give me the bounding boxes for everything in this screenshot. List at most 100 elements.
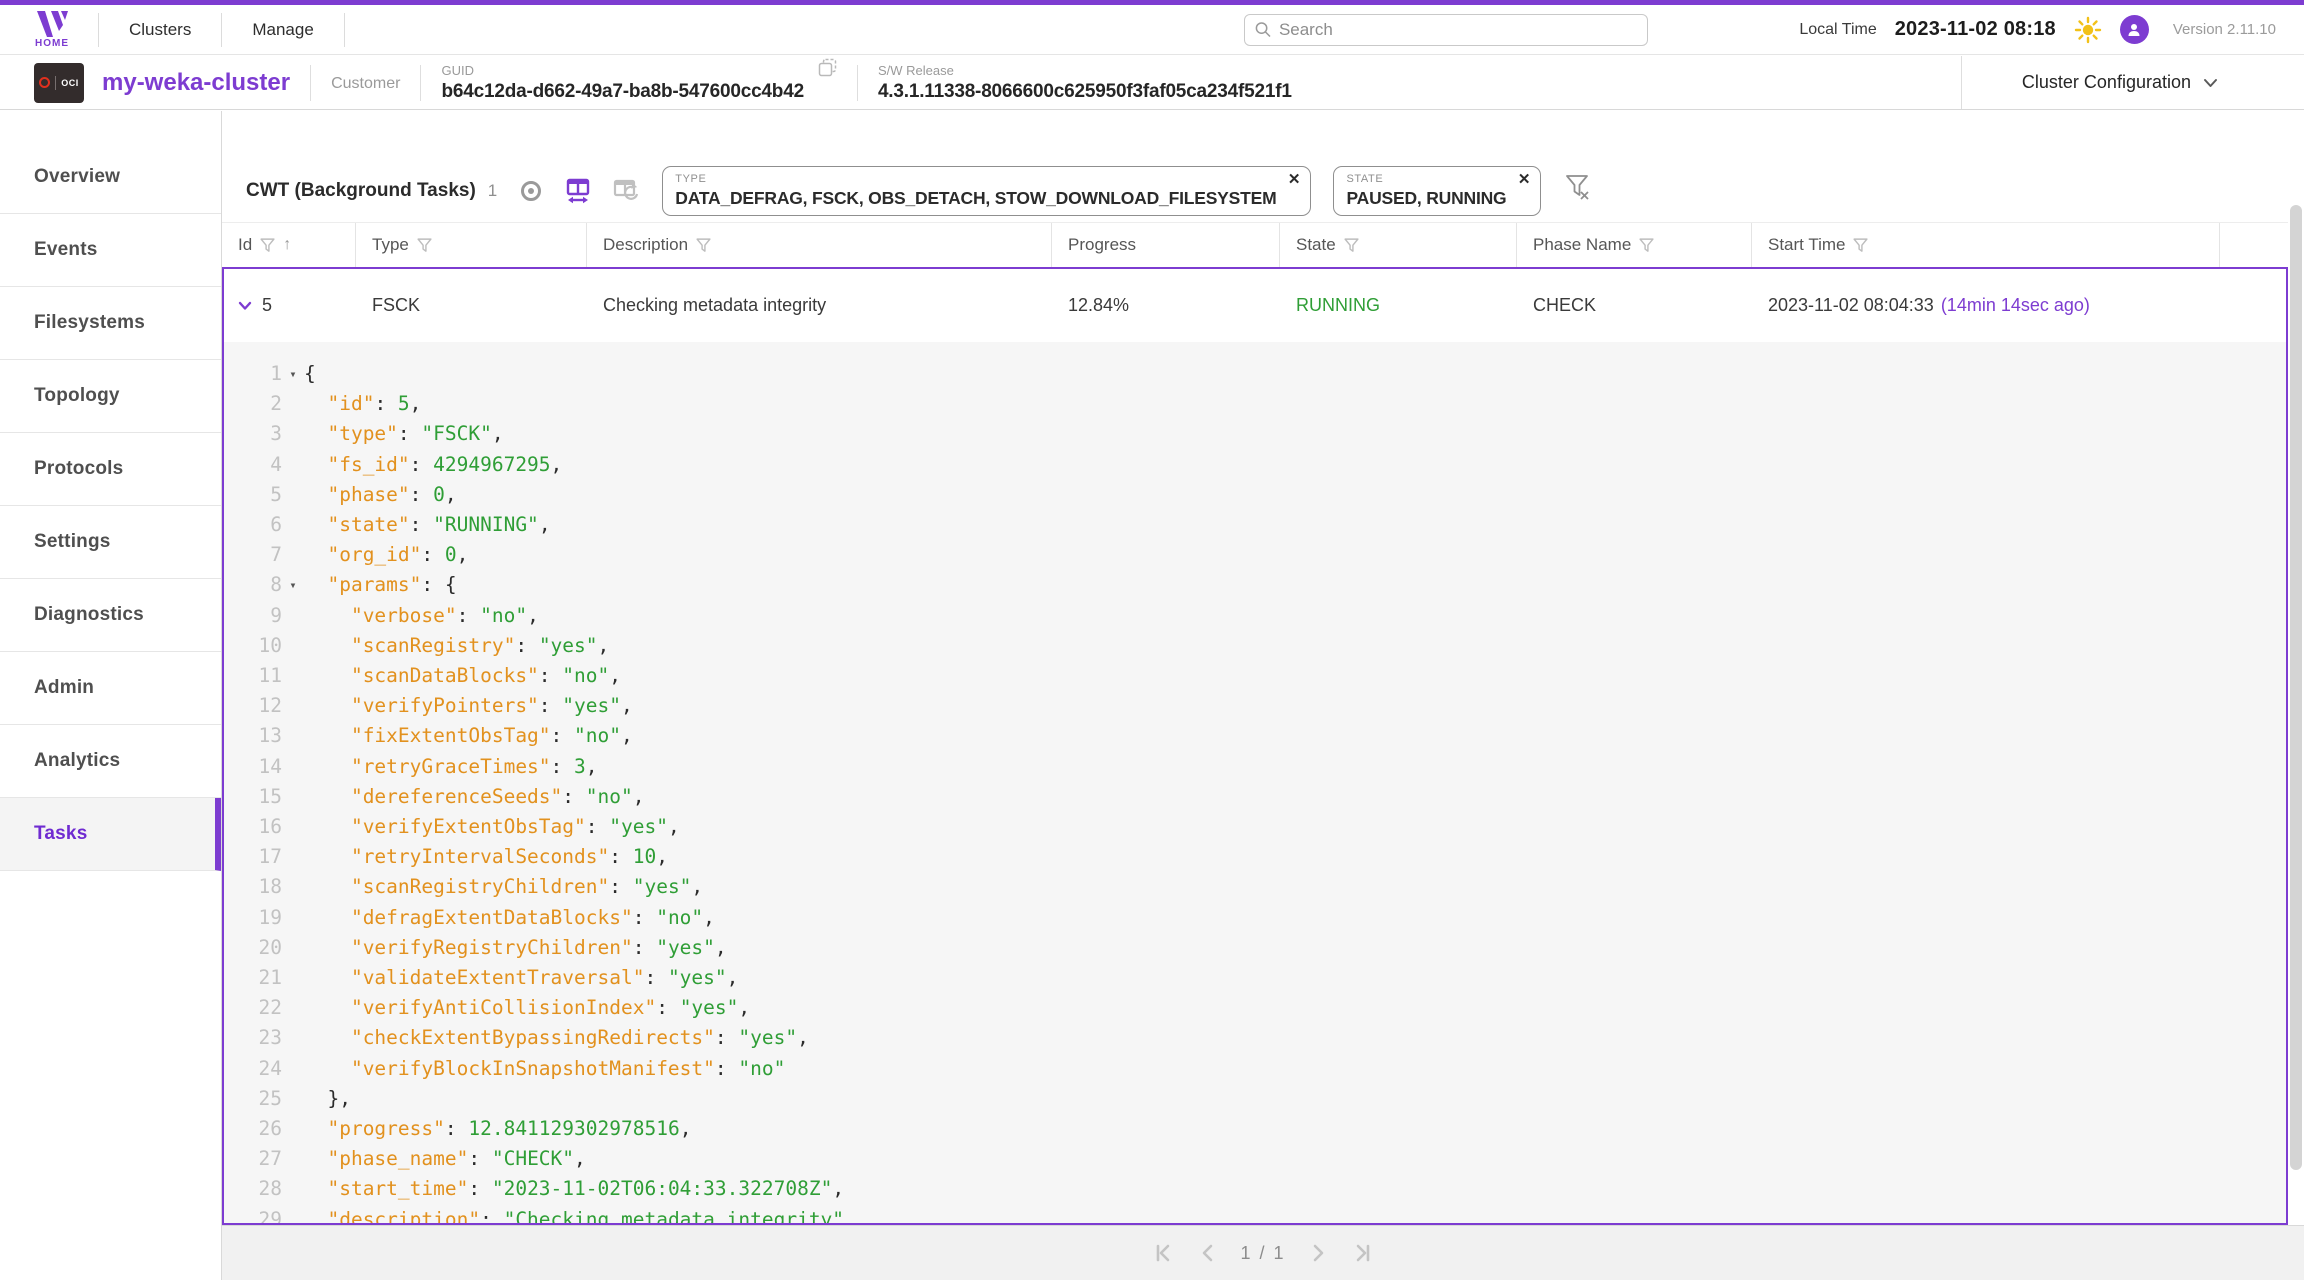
sidebar-item-overview[interactable]: Overview <box>0 141 221 214</box>
sidebar-item-filesystems[interactable]: Filesystems <box>0 287 221 360</box>
json-line: 19"defragExtentDataBlocks": "no", <box>224 903 2286 933</box>
filter-chip-label: TYPE <box>675 173 1276 185</box>
json-line: 14"retryGraceTimes": 3, <box>224 752 2286 782</box>
oci-cloud-badge: OCI <box>34 63 84 103</box>
column-label: State <box>1296 235 1336 255</box>
column-header-progress[interactable]: Progress <box>1052 223 1280 267</box>
collapse-row-chevron-icon[interactable] <box>238 301 252 311</box>
fit-columns-button[interactable] <box>565 178 591 204</box>
last-page-button[interactable] <box>1352 1244 1372 1262</box>
sidebar-item-admin[interactable]: Admin <box>0 652 221 725</box>
json-value: 0 <box>445 543 457 566</box>
sidebar-item-tasks[interactable]: Tasks <box>0 798 221 871</box>
remove-filter-icon[interactable]: ✕ <box>1288 172 1301 187</box>
json-line-number: 23 <box>224 1023 282 1053</box>
user-avatar[interactable] <box>2120 15 2149 44</box>
column-header-state[interactable]: State <box>1280 223 1517 267</box>
sidebar-item-settings[interactable]: Settings <box>0 506 221 579</box>
json-line: 4"fs_id": 4294967295, <box>224 450 2286 480</box>
json-value: "yes" <box>738 1026 797 1049</box>
cluster-configuration-dropdown[interactable]: Cluster Configuration <box>1961 56 2304 109</box>
sidebar-item-events[interactable]: Events <box>0 214 221 287</box>
json-punctuation: : <box>656 996 679 1019</box>
version-label: Version 2.11.10 <box>2173 21 2276 38</box>
json-value: 5 <box>398 392 410 415</box>
filter-funnel-icon[interactable] <box>1638 237 1655 254</box>
filter-funnel-icon[interactable] <box>259 237 276 254</box>
json-punctuation: : { <box>421 573 456 596</box>
json-line: 10"scanRegistry": "yes", <box>224 631 2286 661</box>
column-label: Id <box>238 235 252 255</box>
json-fold-spacer <box>282 993 304 1023</box>
column-label: Start Time <box>1768 235 1845 255</box>
task-row[interactable]: 5 FSCK Checking metadata integrity 12.84… <box>224 269 2286 342</box>
task-type: FSCK <box>372 295 420 316</box>
copy-guid-button[interactable] <box>818 58 837 82</box>
sort-ascending-icon[interactable]: ↑ <box>283 236 291 254</box>
reset-layout-button[interactable] <box>613 178 640 204</box>
json-fold-toggle[interactable]: ▾ <box>282 359 304 389</box>
next-page-button[interactable] <box>1312 1244 1326 1262</box>
cluster-header: OCI my-weka-cluster Customer GUID b64c12… <box>0 56 2304 110</box>
search-box[interactable] <box>1244 14 1648 46</box>
search-input[interactable] <box>1279 20 1637 40</box>
json-line-number: 3 <box>224 419 282 449</box>
json-fold-toggle[interactable]: ▾ <box>282 570 304 600</box>
vertical-scrollbar-thumb[interactable] <box>2290 205 2302 1170</box>
sidebar-item-label: Diagnostics <box>34 604 144 626</box>
json-line-number: 5 <box>224 480 282 510</box>
json-fold-spacer <box>282 782 304 812</box>
sidebar-item-label: Settings <box>34 531 111 553</box>
task-count-badge: 1 <box>488 181 497 201</box>
cluster-configuration-label: Cluster Configuration <box>2022 72 2191 93</box>
json-key: "dereferenceSeeds" <box>351 785 562 808</box>
sidebar-item-diagnostics[interactable]: Diagnostics <box>0 579 221 652</box>
filter-funnel-icon[interactable] <box>1852 237 1869 254</box>
json-line: 27"phase_name": "CHECK", <box>224 1144 2286 1174</box>
json-fold-spacer <box>282 540 304 570</box>
sidebar-item-protocols[interactable]: Protocols <box>0 433 221 506</box>
filter-chip-state[interactable]: STATEPAUSED, RUNNING✕ <box>1333 166 1541 216</box>
json-value: "no" <box>738 1057 785 1080</box>
theme-sun-icon[interactable] <box>2074 16 2102 44</box>
clear-filters-button[interactable] <box>1565 174 1591 207</box>
home-logo[interactable]: HOME <box>30 11 74 49</box>
json-line-content: "fs_id": 4294967295, <box>304 450 562 480</box>
filter-funnel-icon[interactable] <box>416 237 433 254</box>
json-fold-spacer <box>282 872 304 902</box>
filter-funnel-icon[interactable] <box>1343 237 1360 254</box>
json-fold-spacer <box>282 510 304 540</box>
tasks-toolbar: CWT (Background Tasks) 1 <box>222 111 2304 222</box>
column-header-start-time[interactable]: Start Time <box>1752 223 2220 267</box>
column-header-phase-name[interactable]: Phase Name <box>1517 223 1752 267</box>
nav-link-clusters[interactable]: Clusters <box>123 20 197 40</box>
column-header-description[interactable]: Description <box>587 223 1052 267</box>
column-label: Type <box>372 235 409 255</box>
filter-chips: TYPEDATA_DEFRAG, FSCK, OBS_DETACH, STOW_… <box>640 166 1541 216</box>
json-punctuation: : <box>410 483 433 506</box>
json-line: 7"org_id": 0, <box>224 540 2286 570</box>
json-line: 5"phase": 0, <box>224 480 2286 510</box>
first-page-button[interactable] <box>1154 1244 1174 1262</box>
json-line-content: "verifyRegistryChildren": "yes", <box>304 933 727 963</box>
filter-chip-type[interactable]: TYPEDATA_DEFRAG, FSCK, OBS_DETACH, STOW_… <box>662 166 1311 216</box>
json-line: 17"retryIntervalSeconds": 10, <box>224 842 2286 872</box>
visibility-toggle-button[interactable] <box>519 179 543 203</box>
json-key: "fs_id" <box>327 453 409 476</box>
remove-filter-icon[interactable]: ✕ <box>1518 172 1531 187</box>
json-line-number: 7 <box>224 540 282 570</box>
json-punctuation: : <box>586 815 609 838</box>
json-punctuation: , <box>797 1026 809 1049</box>
json-key: "scanDataBlocks" <box>351 664 539 687</box>
column-header-id[interactable]: Id ↑ <box>222 223 356 267</box>
json-value: "no" <box>586 785 633 808</box>
column-header-type[interactable]: Type <box>356 223 587 267</box>
sidebar-item-analytics[interactable]: Analytics <box>0 725 221 798</box>
sidebar-item-label: Events <box>34 239 98 261</box>
json-key: "org_id" <box>327 543 421 566</box>
sidebar-item-topology[interactable]: Topology <box>0 360 221 433</box>
previous-page-button[interactable] <box>1200 1244 1214 1262</box>
nav-link-manage[interactable]: Manage <box>246 20 319 40</box>
json-line: 15"dereferenceSeeds": "no", <box>224 782 2286 812</box>
filter-funnel-icon[interactable] <box>695 237 712 254</box>
